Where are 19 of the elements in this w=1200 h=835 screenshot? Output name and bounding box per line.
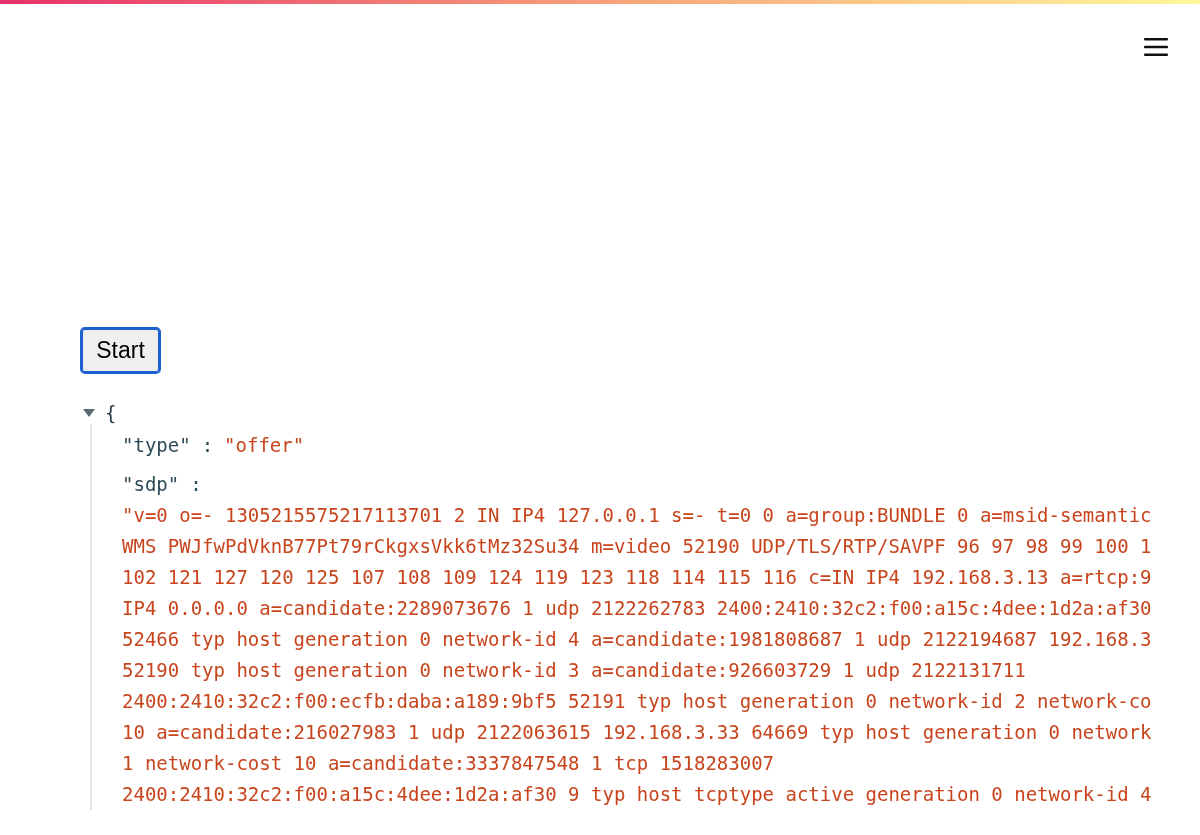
- json-value-line: 2400:2410:32c2:f00:a15c:4dee:1d2a:af30 9 typ host tcptype active generation 0 network-id 4: [122, 782, 1153, 807]
- start-button[interactable]: Start: [80, 327, 161, 374]
- json-value-line: IP4 0.0.0.0 a=candidate:2289073676 1 udp 2122262783 2400:2410:32c2:f00:a15c:4dee:1d2a:af30: [122, 596, 1153, 621]
- collapse-toggle-icon[interactable]: [82, 408, 96, 418]
- menu-icon[interactable]: [1144, 37, 1168, 57]
- json-key: "sdp": [122, 469, 180, 500]
- json-value-line: 1 network-cost 10 a=candidate:3337847548 1 tcp 1518283007: [122, 751, 776, 776]
- colon: :: [190, 472, 202, 497]
- open-brace: {: [105, 402, 117, 424]
- json-value-line: "v=0 o=- 1305215575217113701 2 IN IP4 127.0.0.1 s=- t=0 0 a=group:BUNDLE 0 a=msid-semantic: [122, 503, 1153, 528]
- json-key: "type": [122, 430, 191, 461]
- json-value: "offer": [224, 433, 305, 458]
- json-value-line: WMS PWJfwPdVknB77Pt79rCkgxsVkk6tMz32Su34 m=video 52190 UDP/TLS/RTP/SAVPF 96 97 98 99 100 1: [122, 534, 1153, 559]
- json-value-line: 10 a=candidate:216027983 1 udp 2122063615 192.168.3.33 64669 typ host generation 0 network: [122, 720, 1153, 745]
- json-value-line: 52466 typ host generation 0 network-id 4 a=candidate:1981808687 1 udp 2122194687 192.168.3: [122, 627, 1153, 652]
- json-value-line: 52190 typ host generation 0 network-id 3 a=candidate:926603729 1 udp 2122131711: [122, 658, 1027, 683]
- colon: :: [201, 433, 214, 458]
- json-value-line: 102 121 127 120 125 107 108 109 124 119 123 118 114 115 116 c=IN IP4 192.168.3.13 a=rtcp:9: [122, 565, 1153, 590]
- json-value-line: 2400:2410:32c2:f00:ecfb:daba:a189:9bf5 52191 typ host generation 0 network-id 2 network-co: [122, 689, 1153, 714]
